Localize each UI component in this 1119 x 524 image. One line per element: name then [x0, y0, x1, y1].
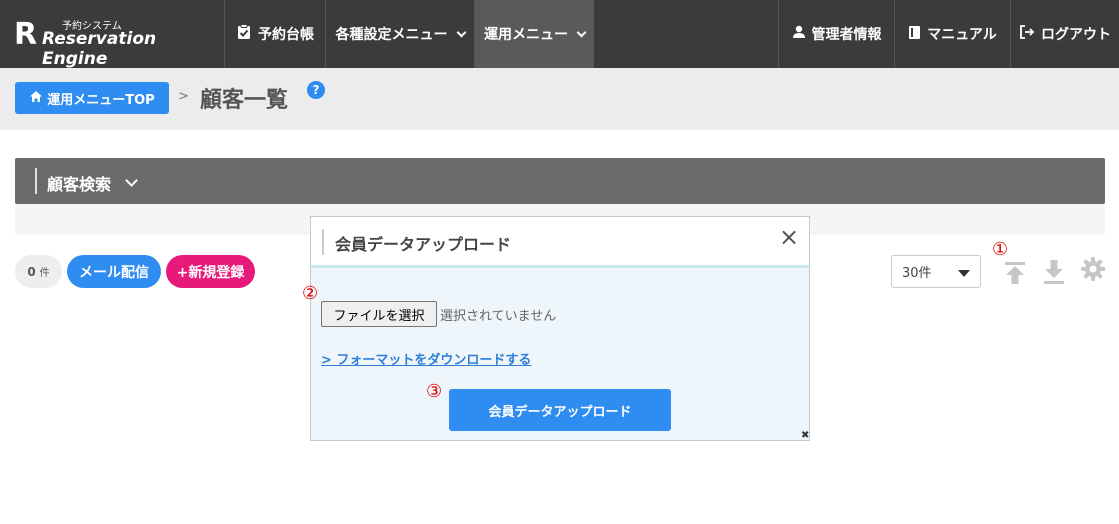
- download-icon[interactable]: [1041, 258, 1067, 288]
- top-nav: R 予約システム Reservation Engine 予約台帳 各種設定メニュ…: [0, 0, 1119, 70]
- breadcrumb: 運用メニューTOP > 顧客一覧 ?: [0, 68, 1119, 130]
- nav-settings-menu[interactable]: 各種設定メニュー: [325, 0, 474, 68]
- chevron-down-icon: [576, 27, 587, 37]
- new-registration-button[interactable]: +新規登録: [166, 255, 255, 288]
- member-upload-submit-button[interactable]: 会員データアップロード: [449, 389, 671, 431]
- annotation-2: ②: [302, 283, 319, 304]
- file-status-text: 選択されていません: [440, 309, 557, 324]
- member-upload-modal: 会員データアップロード × ファイルを選択 選択されていません > フォーマット…: [310, 216, 810, 441]
- annotation-3: ③: [426, 381, 443, 402]
- nav-label: ログアウト: [1041, 27, 1111, 43]
- breadcrumb-home-label: 運用メニューTOP: [47, 92, 155, 108]
- title-accent-bar: [322, 229, 324, 255]
- close-icon[interactable]: ×: [779, 225, 799, 249]
- chevron-down-icon: [456, 27, 466, 37]
- choose-file-button[interactable]: ファイルを選択: [321, 301, 437, 327]
- clipboard-check-icon: [236, 24, 252, 44]
- result-count-unit: 件: [39, 268, 50, 279]
- nav-manual[interactable]: マニュアル: [894, 0, 1010, 68]
- nav-reservation-ledger[interactable]: 予約台帳: [224, 0, 325, 68]
- title-accent-bar: [35, 168, 37, 194]
- help-icon[interactable]: ?: [307, 81, 325, 99]
- operation-menu-top-button[interactable]: 運用メニューTOP: [15, 82, 169, 114]
- caret-down-icon: [958, 270, 970, 277]
- customer-search-label: 顧客検索: [47, 175, 112, 194]
- annotation-1: ①: [992, 239, 1009, 260]
- mail-delivery-button[interactable]: メール配信: [67, 255, 161, 288]
- per-page-value: 30件: [902, 266, 932, 281]
- modal-header: 会員データアップロード ×: [311, 217, 809, 268]
- nav-label: 管理者情報: [811, 27, 882, 43]
- book-icon: [908, 25, 921, 44]
- upload-icon[interactable]: [1002, 258, 1028, 288]
- nav-label: 予約台帳: [258, 27, 314, 43]
- customer-search-title: 顧客検索: [47, 171, 138, 195]
- page-title: 顧客一覧: [200, 88, 289, 113]
- user-icon: [792, 25, 806, 43]
- nav-label: マニュアル: [927, 27, 997, 43]
- nav-label: 各種設定メニュー: [335, 27, 448, 43]
- home-icon: [29, 90, 43, 107]
- customer-search-toggle[interactable]: 顧客検索: [15, 158, 1105, 204]
- download-format-link[interactable]: > フォーマットをダウンロードする: [321, 349, 531, 368]
- per-page-select[interactable]: 30件: [891, 255, 981, 288]
- logo-name: Reservation Engine: [42, 29, 157, 69]
- nav-operation-menu[interactable]: 運用メニュー: [474, 0, 594, 68]
- nav-logout[interactable]: ログアウト: [1010, 0, 1119, 68]
- nav-admin-info[interactable]: 管理者情報: [778, 0, 894, 68]
- result-count-badge: 0 件: [15, 255, 62, 288]
- modal-title: 会員データアップロード: [335, 235, 512, 254]
- result-count: 0: [27, 264, 36, 279]
- logo-mark: R: [14, 17, 37, 52]
- nav-label: 運用メニュー: [484, 27, 568, 43]
- logout-icon: [1019, 24, 1035, 44]
- breadcrumb-separator: >: [178, 89, 189, 104]
- brand-logo[interactable]: R 予約システム Reservation Engine: [12, 14, 212, 70]
- resize-handle-icon[interactable]: ✖: [801, 431, 809, 441]
- chevron-down-icon: [125, 173, 138, 187]
- gear-icon[interactable]: [1080, 256, 1106, 286]
